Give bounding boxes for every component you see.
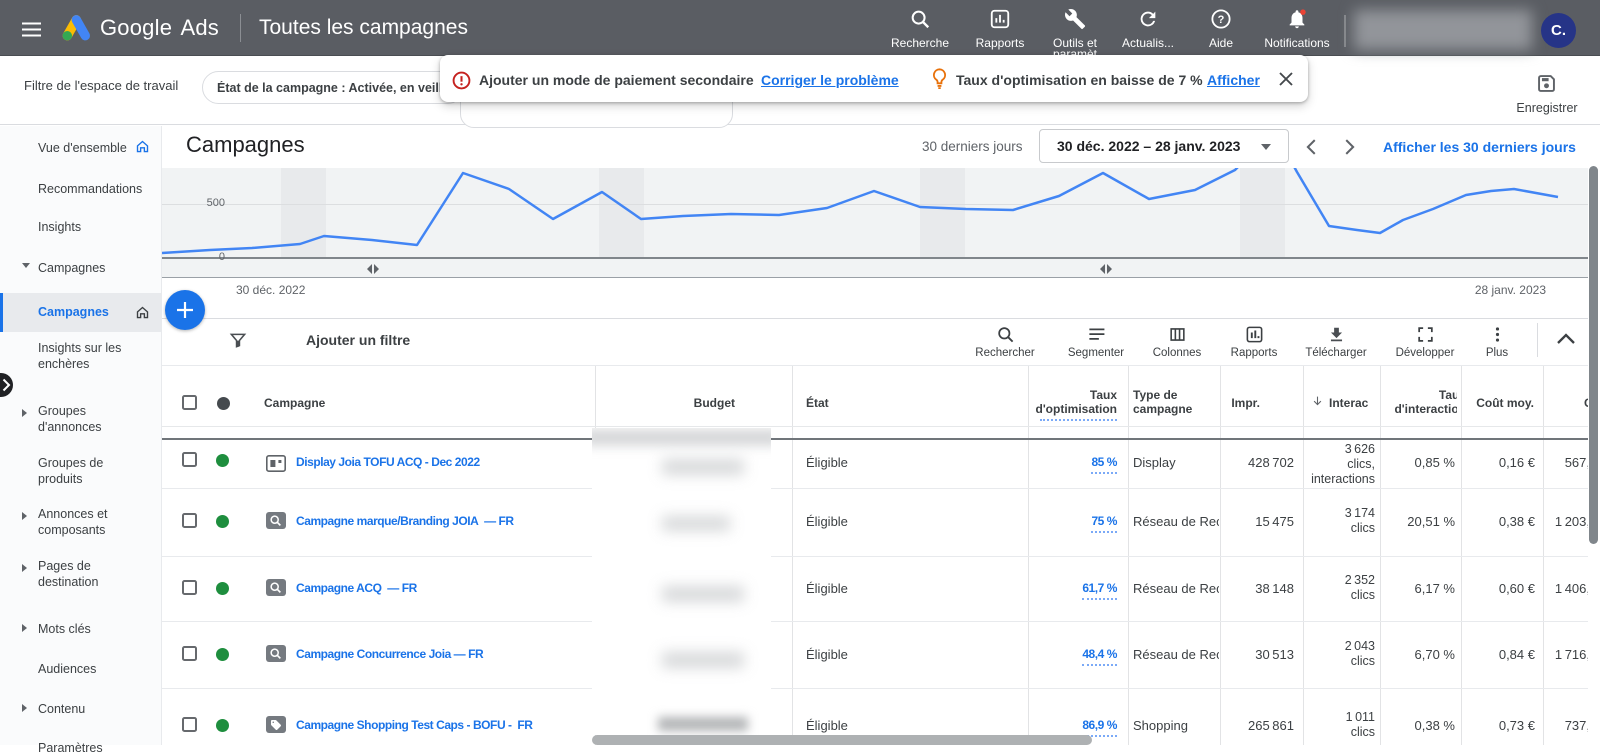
svg-text:?: ? (1218, 14, 1225, 26)
